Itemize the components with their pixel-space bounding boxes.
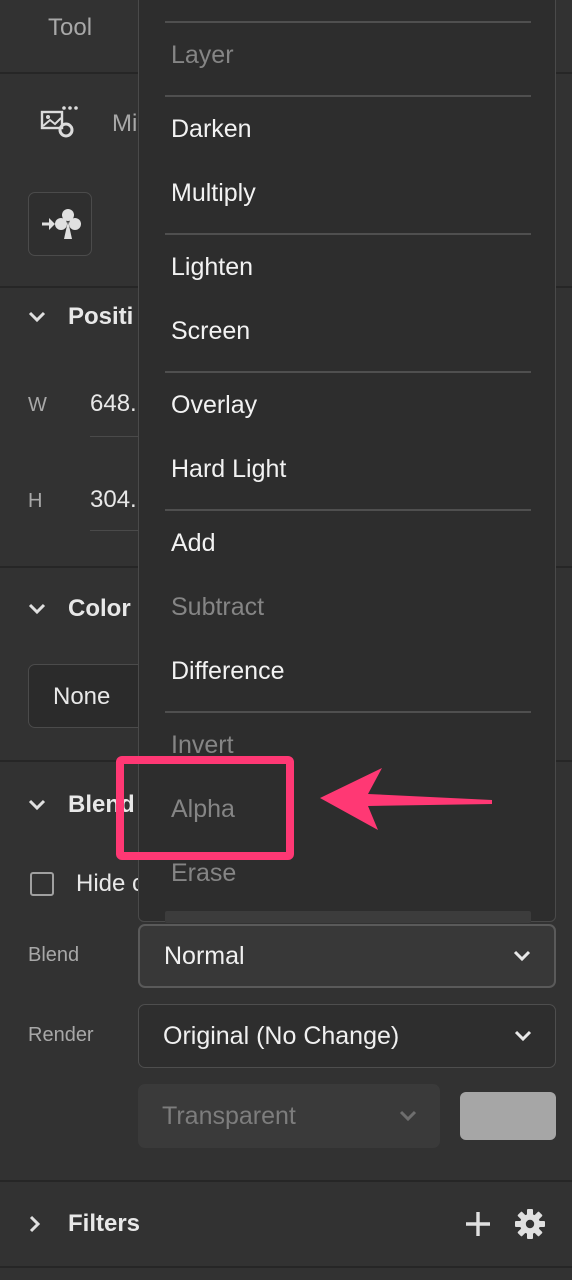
background-select: Transparent	[138, 1084, 440, 1148]
height-field[interactable]: 304.	[90, 486, 137, 514]
render-select[interactable]: Original (No Change)	[138, 1004, 556, 1068]
section-title-position[interactable]: Positi	[68, 303, 133, 331]
menu-item-erase[interactable]: Erase	[171, 859, 236, 888]
menu-item-screen[interactable]: Screen	[171, 317, 250, 346]
section-title-filters[interactable]: Filters	[68, 1210, 140, 1238]
field-underline	[90, 530, 138, 531]
highlight-box	[116, 756, 294, 860]
chevron-down-icon	[513, 950, 531, 962]
blend-mode-value: Normal	[164, 941, 245, 970]
hide-object-label: Hide c	[76, 870, 145, 897]
menu-separator	[165, 509, 531, 511]
hide-object-checkbox[interactable]	[30, 872, 54, 896]
tool-tab[interactable]: Tool	[48, 14, 92, 42]
field-underline	[90, 436, 138, 437]
arrow-icon	[320, 768, 492, 830]
menu-item-layer[interactable]: Layer	[171, 41, 234, 70]
menu-separator	[165, 711, 531, 713]
menu-item-multiply[interactable]: Multiply	[171, 179, 256, 208]
menu-item-darken[interactable]: Darken	[171, 115, 252, 144]
menu-separator	[165, 371, 531, 373]
chevron-down-icon	[514, 1030, 532, 1042]
render-label: Render	[28, 1024, 94, 1046]
menu-separator	[165, 21, 531, 23]
menu-item-lighten[interactable]: Lighten	[171, 253, 253, 282]
add-filter-icon[interactable]	[464, 1210, 492, 1238]
gear-icon[interactable]	[514, 1208, 546, 1240]
blend-label: Blend	[28, 944, 80, 966]
swap-symbol-icon	[42, 209, 81, 239]
image-settings-icon[interactable]	[40, 106, 80, 142]
width-label: W	[28, 394, 47, 416]
menu-separator	[165, 233, 531, 235]
swap-symbol-button[interactable]	[28, 192, 92, 256]
divider	[0, 1180, 572, 1182]
menu-item-overlay[interactable]: Overlay	[171, 391, 257, 420]
menu-scroll-indicator[interactable]	[165, 911, 531, 923]
background-value: Transparent	[162, 1101, 296, 1130]
menu-item-subtract[interactable]: Subtract	[171, 593, 264, 622]
divider	[0, 1266, 572, 1268]
height-label: H	[28, 490, 43, 512]
width-field[interactable]: 648.	[90, 390, 137, 418]
blend-mode-select[interactable]: Normal	[138, 924, 556, 988]
background-color-swatch[interactable]	[460, 1092, 556, 1140]
mini-label: Mi	[112, 110, 138, 137]
render-value: Original (No Change)	[163, 1021, 400, 1050]
menu-item-add[interactable]: Add	[171, 529, 215, 558]
color-effect-value: None	[53, 683, 111, 710]
chevron-down-icon	[399, 1110, 417, 1122]
menu-item-hard-light[interactable]: Hard Light	[171, 455, 286, 484]
chevron-right-icon[interactable]	[24, 1213, 46, 1235]
chevron-down-icon[interactable]	[26, 306, 48, 328]
chevron-down-icon[interactable]	[26, 598, 48, 620]
menu-item-difference[interactable]: Difference	[171, 657, 285, 686]
section-title-color[interactable]: Color	[68, 595, 131, 623]
menu-separator	[165, 95, 531, 97]
chevron-down-icon[interactable]	[26, 794, 48, 816]
